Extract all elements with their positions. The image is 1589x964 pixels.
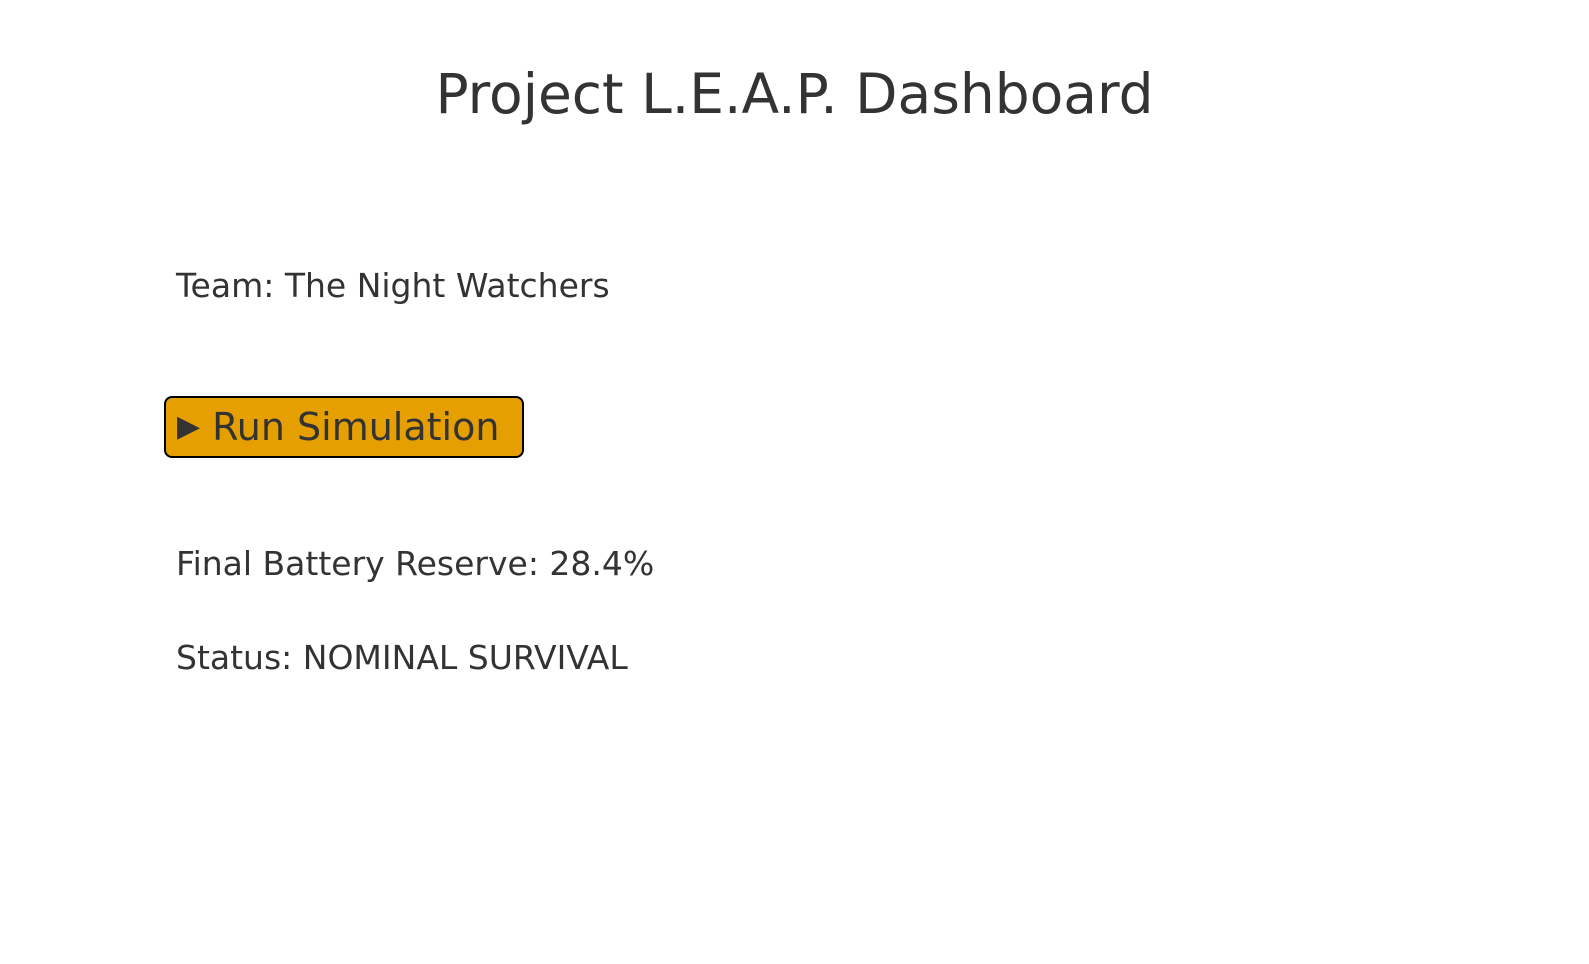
run-simulation-button[interactable]: ▶ Run Simulation	[164, 396, 524, 458]
play-icon: ▶	[177, 409, 201, 444]
battery-reserve-readout: Final Battery Reserve: 28.4%	[176, 544, 655, 583]
team-name: Team: The Night Watchers	[176, 266, 610, 305]
run-simulation-label: Run Simulation	[212, 405, 500, 449]
simulation-status: Status: NOMINAL SURVIVAL	[176, 638, 628, 677]
page-title: Project L.E.A.P. Dashboard	[435, 62, 1154, 126]
